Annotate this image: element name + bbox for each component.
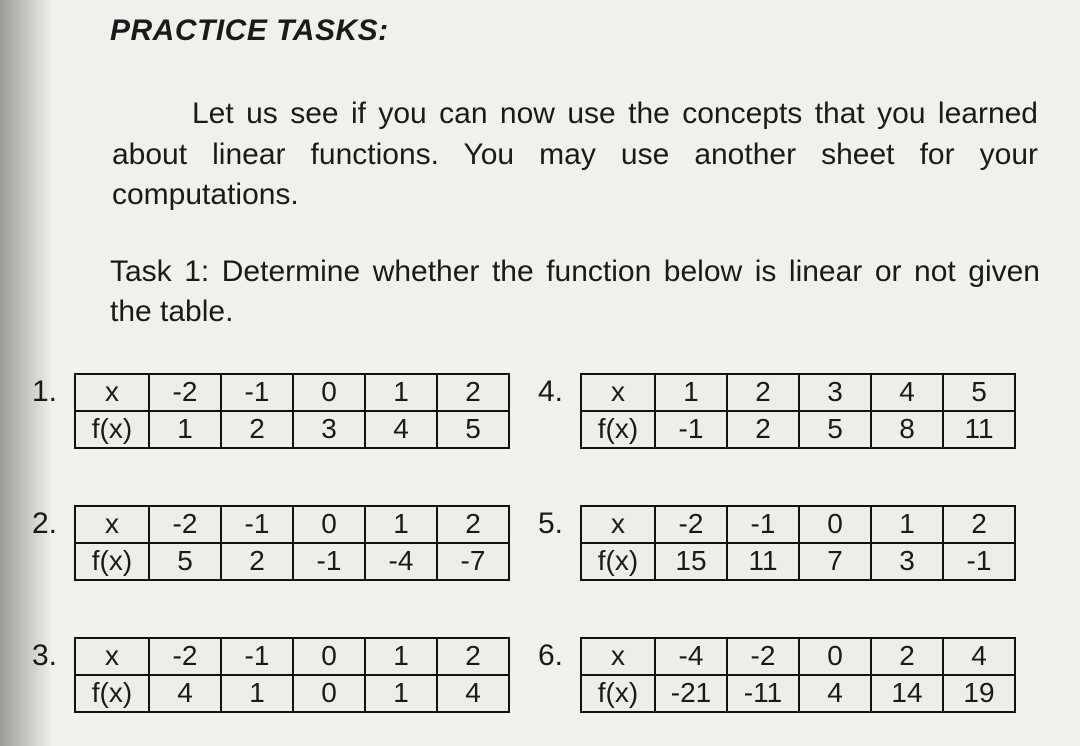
table-block-4: 4. x 1 2 3 4 5 f(x) -1 2 5	[538, 373, 1016, 449]
cell: -1	[943, 543, 1015, 580]
cell: -1	[293, 543, 365, 580]
function-table: x -2 -1 0 1 2 f(x) 15 11 7 3 -1	[580, 505, 1016, 581]
cell: 0	[293, 638, 365, 675]
practice-tasks-heading: PRACTICE TASKS:	[110, 14, 1040, 48]
cell: 4	[799, 675, 871, 712]
table-number: 2.	[32, 505, 74, 541]
cell: -4	[365, 543, 437, 580]
intro-paragraph: Let us see if you can now use the concep…	[110, 94, 1040, 216]
cell: 4	[943, 638, 1015, 675]
cell: 2	[221, 543, 293, 580]
cell: 2	[871, 638, 943, 675]
row-header-fx: f(x)	[581, 543, 655, 580]
function-table: x -2 -1 0 1 2 f(x) 1 2 3 4 5	[74, 373, 510, 449]
table-row-2: 2. x -2 -1 0 1 2 f(x) 5 2 -1	[32, 505, 1040, 581]
cell: 2	[221, 411, 293, 448]
table-row-3: 3. x -2 -1 0 1 2 f(x) 4 1 0	[32, 637, 1040, 713]
cell: 11	[943, 411, 1015, 448]
cell: -1	[655, 411, 727, 448]
cell: 1	[365, 638, 437, 675]
row-header-fx: f(x)	[581, 675, 655, 712]
cell: -1	[727, 506, 799, 543]
cell: 0	[799, 506, 871, 543]
cell: 2	[943, 506, 1015, 543]
cell: -2	[149, 506, 221, 543]
table-number: 6.	[538, 637, 580, 673]
row-header-x: x	[75, 506, 149, 543]
cell: 14	[871, 675, 943, 712]
row-header-fx: f(x)	[581, 411, 655, 448]
cell: 5	[437, 411, 509, 448]
task-description: Task 1: Determine whether the function b…	[110, 252, 1040, 333]
cell: 11	[727, 543, 799, 580]
table-block-1: 1. x -2 -1 0 1 2 f(x) 1 2 3	[32, 373, 510, 449]
cell: 1	[365, 506, 437, 543]
cell: -2	[727, 638, 799, 675]
intro-text: Let us see if you can now use the concep…	[112, 97, 1038, 211]
function-table: x 1 2 3 4 5 f(x) -1 2 5 8 11	[580, 373, 1016, 449]
cell: -2	[149, 638, 221, 675]
table-block-6: 6. x -4 -2 0 2 4 f(x) -21 -11 4	[538, 637, 1016, 713]
table-number: 4.	[538, 373, 580, 409]
cell: 8	[871, 411, 943, 448]
row-header-x: x	[75, 374, 149, 411]
cell: -1	[221, 506, 293, 543]
cell: -2	[655, 506, 727, 543]
cell: 19	[943, 675, 1015, 712]
table-block-5: 5. x -2 -1 0 1 2 f(x) 15 11 7	[538, 505, 1016, 581]
function-table: x -2 -1 0 1 2 f(x) 5 2 -1 -4 -7	[74, 505, 510, 581]
cell: 0	[293, 506, 365, 543]
cell: 1	[655, 374, 727, 411]
function-table: x -2 -1 0 1 2 f(x) 4 1 0 1 4	[74, 637, 510, 713]
row-header-x: x	[581, 638, 655, 675]
table-block-3: 3. x -2 -1 0 1 2 f(x) 4 1 0	[32, 637, 510, 713]
cell: 0	[799, 638, 871, 675]
cell: 1	[365, 675, 437, 712]
table-number: 3.	[32, 637, 74, 673]
table-row-1: 1. x -2 -1 0 1 2 f(x) 1 2 3	[32, 373, 1040, 449]
cell: 5	[149, 543, 221, 580]
cell: 1	[149, 411, 221, 448]
cell: 4	[365, 411, 437, 448]
row-header-fx: f(x)	[75, 543, 149, 580]
cell: 0	[293, 675, 365, 712]
cell: 2	[437, 506, 509, 543]
row-header-x: x	[581, 374, 655, 411]
cell: 3	[871, 543, 943, 580]
cell: -1	[221, 374, 293, 411]
cell: 1	[365, 374, 437, 411]
cell: 3	[799, 374, 871, 411]
cell: 2	[727, 411, 799, 448]
table-block-2: 2. x -2 -1 0 1 2 f(x) 5 2 -1	[32, 505, 510, 581]
row-header-fx: f(x)	[75, 411, 149, 448]
cell: 4	[871, 374, 943, 411]
cell: 5	[943, 374, 1015, 411]
table-number: 1.	[32, 373, 74, 409]
cell: 1	[871, 506, 943, 543]
cell: -2	[149, 374, 221, 411]
cell: 7	[799, 543, 871, 580]
cell: 3	[293, 411, 365, 448]
cell: 1	[221, 675, 293, 712]
cell: 15	[655, 543, 727, 580]
cell: -4	[655, 638, 727, 675]
row-header-x: x	[75, 638, 149, 675]
cell: -7	[437, 543, 509, 580]
cell: 4	[437, 675, 509, 712]
cell: 0	[293, 374, 365, 411]
tables-container: 1. x -2 -1 0 1 2 f(x) 1 2 3	[32, 373, 1040, 713]
cell: 2	[727, 374, 799, 411]
cell: -21	[655, 675, 727, 712]
cell: 2	[437, 374, 509, 411]
cell: -1	[221, 638, 293, 675]
cell: 5	[799, 411, 871, 448]
cell: 2	[437, 638, 509, 675]
row-header-fx: f(x)	[75, 675, 149, 712]
row-header-x: x	[581, 506, 655, 543]
cell: 4	[149, 675, 221, 712]
function-table: x -4 -2 0 2 4 f(x) -21 -11 4 14 19	[580, 637, 1016, 713]
table-number: 5.	[538, 505, 580, 541]
cell: -11	[727, 675, 799, 712]
